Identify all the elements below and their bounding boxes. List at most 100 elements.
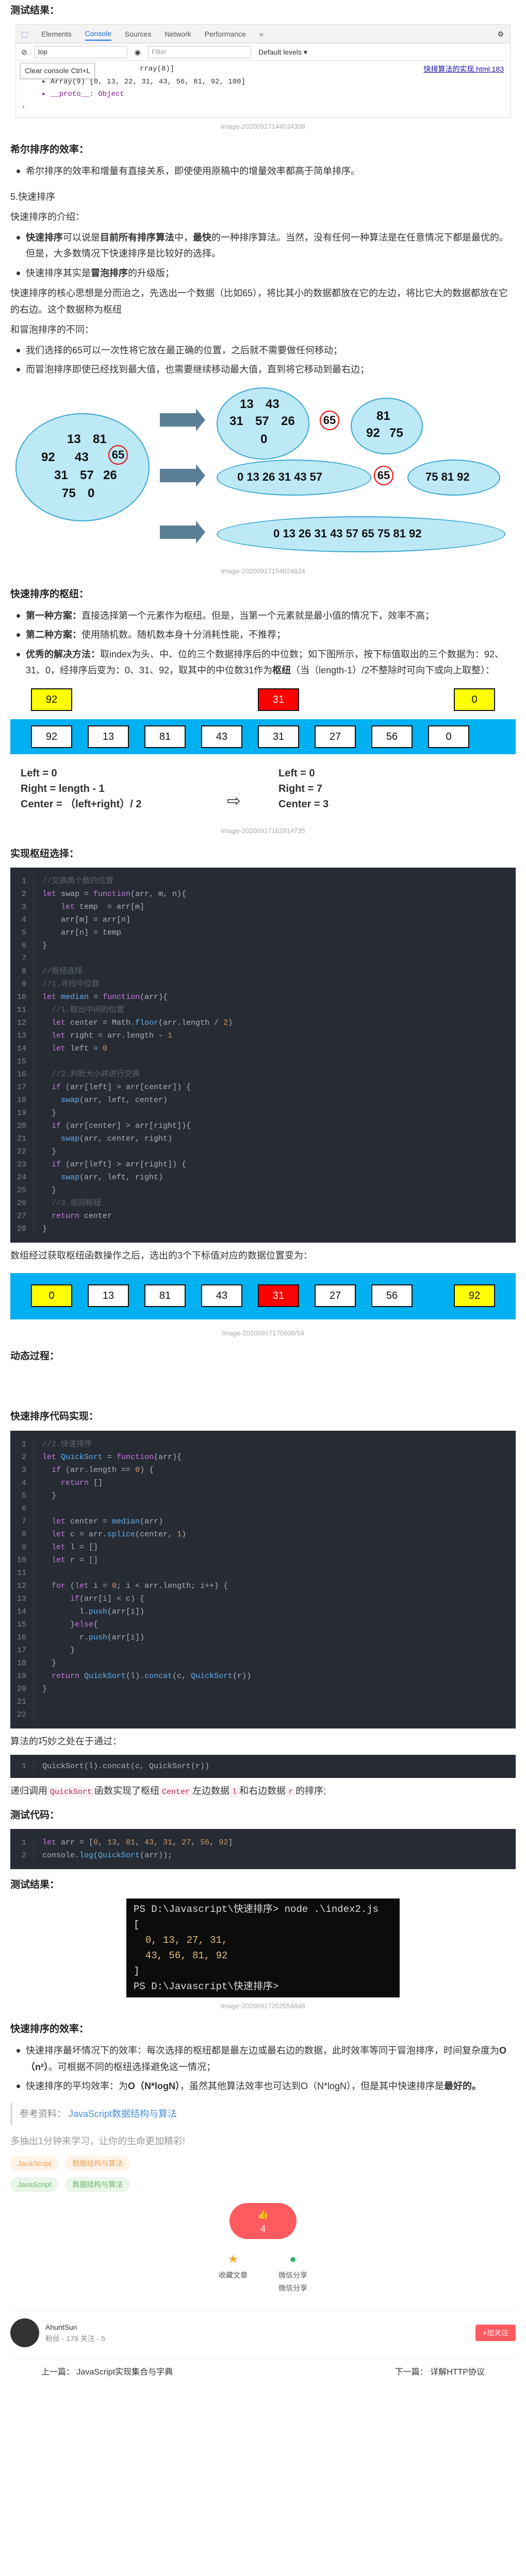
clear-console-icon[interactable]: ⊘ xyxy=(21,46,27,59)
author-bar: AhuntSun 粉丝 - 179 关注 - 5 +加关注 xyxy=(10,2310,516,2347)
follow-button[interactable]: +加关注 xyxy=(475,2324,516,2342)
source-link[interactable]: 快排算法的实现.html:183 xyxy=(423,63,504,76)
devtools-panel: ⬚ Elements Console Sources Network Perfo… xyxy=(15,24,511,118)
array-cell: 92 xyxy=(31,725,72,748)
terminal-output: PS D:\Javascript\快速排序> node .\index2.js[… xyxy=(126,1899,400,1997)
devtools-tabs: ⬚ Elements Console Sources Network Perfo… xyxy=(16,25,510,44)
pivot-diagram: 92 31 92 13 81 43 31 27 56 0 0 Left = 0R… xyxy=(10,683,516,822)
tag-chip[interactable]: JavaScript xyxy=(10,2156,59,2171)
array-cell: 81 xyxy=(144,725,186,748)
list-item: 快速排序的平均效率：为O（N*logN），虽然其他算法效率也可达到O（N*log… xyxy=(10,2078,516,2095)
reference-link[interactable]: JavaScript数据结构与算法 xyxy=(69,2109,177,2119)
diagram-number: 92 xyxy=(366,426,380,440)
gear-icon[interactable]: ⚙ xyxy=(497,28,504,41)
list-item: 快速排序其实是冒泡排序的升级版； xyxy=(10,265,516,282)
post-nav: 上一篇： JavaScript实现集合与字典 下一篇： 详解HTTP协议 xyxy=(10,2358,516,2385)
reference-block: 参考资料： JavaScript数据结构与算法 xyxy=(10,2103,516,2125)
like-button[interactable]: 👍 4 xyxy=(229,2202,297,2239)
array-cell: 31 xyxy=(258,725,299,748)
image-caption: Image-20200917170908/54 xyxy=(222,1329,304,1337)
array-cell: 56 xyxy=(371,725,413,748)
eye-icon[interactable]: ◉ xyxy=(135,46,141,59)
prompt-arrow[interactable]: › xyxy=(21,101,505,114)
section-title: 快速排序的效率： xyxy=(10,2023,89,2035)
section-title: 测试结果： xyxy=(10,1879,60,1890)
proto-log[interactable]: ▸ __proto__: Object xyxy=(21,88,505,101)
tag-chip[interactable]: JavaScript xyxy=(10,2177,59,2192)
list-item: 快速排序可以说是目前所有排序算法中，最快的一种排序算法。当然，没有任何一种算法是… xyxy=(10,230,516,262)
array-cell: 0 xyxy=(428,725,469,748)
diagram-number: 0 xyxy=(260,432,268,446)
array-cell: 0 xyxy=(31,1284,72,1308)
code-block: 1 QuickSort(l).concat(c, QuickSort(r)) xyxy=(10,1755,516,1778)
array-cell: 27 xyxy=(315,725,356,748)
arrow-icon xyxy=(160,464,205,487)
arrow-icon xyxy=(160,520,205,544)
top-cell: 31 xyxy=(258,688,299,711)
image-caption: Image-20200917144534308 xyxy=(221,123,305,131)
diagram-number: 75 xyxy=(389,426,403,440)
array-cell: 81 xyxy=(144,1284,186,1308)
paragraph: 快速排序的核心思想是分而治之，先选出一个数据（比如65），将比其小的数据都放在它… xyxy=(10,288,508,315)
arrow-right-icon: ⇨ xyxy=(227,791,241,810)
section-title: 测试结果： xyxy=(10,5,60,16)
tag-row: JavaScript 数据结构与算法 xyxy=(10,2155,516,2172)
tag-chip[interactable]: 数据结构与算法 xyxy=(65,2177,130,2192)
star-icon: ★ xyxy=(228,2252,238,2265)
quicksort-diagram: 13 81 92 43 65 31 57 26 75 0 13 43 31 57… xyxy=(10,382,516,563)
diagram-number: 75 xyxy=(62,486,76,500)
array-cell: 13 xyxy=(88,1284,129,1308)
tab-network[interactable]: Network xyxy=(165,28,191,41)
share-row: ★ 收藏文章 ● 微信分享 微信分享 xyxy=(10,2249,516,2295)
diagram-number: 0 13 26 31 43 57 xyxy=(237,470,323,483)
filter-input[interactable]: Filter xyxy=(147,45,251,58)
pivot-circle: 65 xyxy=(374,465,393,485)
section-title: 快速排序的枢纽： xyxy=(10,588,89,600)
list-item: 优秀的解决方法：取index为头、中、位的三个数据排序后的中位数；如下图所示，按… xyxy=(10,647,516,679)
slogan: 多抽出1分钟来学习，让你的生命更加精彩! xyxy=(10,2136,186,2146)
inspect-icon[interactable]: ⬚ xyxy=(21,28,28,41)
tab-sources[interactable]: Sources xyxy=(125,28,151,41)
tab-elements[interactable]: Elements xyxy=(41,28,71,41)
list-item: 第二种方案：使用随机数。随机数本身十分消耗性能，不推荐； xyxy=(10,627,516,643)
pivot-circle: 65 xyxy=(108,445,128,465)
array-cell: 43 xyxy=(201,1284,242,1308)
array-cell: 31 xyxy=(258,1284,299,1308)
arrow-icon xyxy=(160,408,205,431)
console-toolbar: ⊘ top ◉ Filter Default levels ▾ xyxy=(16,43,510,61)
image-caption: Image-20200917202554848 xyxy=(221,2002,305,2010)
tab-console[interactable]: Console xyxy=(85,27,111,41)
list-item: 我们选择的65可以一次性将它放在最正确的位置，之后就不需要做任何移动； xyxy=(10,343,516,359)
array-cell: 56 xyxy=(371,1284,413,1308)
code-block: 1 2 3 4 5 6 7 8 9 10 11 12 13 14 15 16 1… xyxy=(10,867,516,1243)
context-select[interactable]: top xyxy=(34,45,127,58)
avatar[interactable] xyxy=(10,2318,39,2347)
image-caption: Image-20200917162914735 xyxy=(221,826,305,835)
next-post-link[interactable]: 下一篇： 详解HTTP协议 xyxy=(395,2365,485,2380)
paragraph: 算法的巧妙之处在于通过： xyxy=(10,1736,122,1747)
collect-button[interactable]: ★ 收藏文章 xyxy=(219,2249,248,2295)
tag-chip[interactable]: 数据结构与算法 xyxy=(65,2156,130,2171)
list-item: 而冒泡排序即使已经找到最大值，也需要继续移动最大值，直到将它移动到最右边； xyxy=(10,362,516,378)
section-title: 测试代码： xyxy=(10,1809,60,1821)
levels-select[interactable]: Default levels ▾ xyxy=(258,46,307,59)
array-cell: 92 xyxy=(454,1284,495,1308)
more-tabs[interactable]: » xyxy=(259,28,264,41)
diagram-number: 0 xyxy=(88,486,95,500)
array-cell: 27 xyxy=(315,1284,356,1308)
paragraph: 数组经过获取枢纽函数操作之后，选出的3个下标值对应的数据位置变为： xyxy=(10,1250,313,1261)
author-name[interactable]: AhuntSun xyxy=(45,2321,105,2333)
prev-post-link[interactable]: 上一篇： JavaScript实现集合与字典 xyxy=(41,2365,173,2380)
wechat-share-button[interactable]: ● 微信分享 微信分享 xyxy=(278,2249,307,2295)
author-meta: 粉丝 - 179 关注 - 5 xyxy=(45,2334,105,2343)
tab-performance[interactable]: Performance xyxy=(205,28,246,41)
diagram-number: 81 xyxy=(93,432,107,446)
paragraph: 递归调用 QuickSort 函数实现了枢纽 Center 左边数据 l 和右边数据 r 的排序… xyxy=(10,1786,326,1797)
index-formula: Left = 0 Right = length - 1 Center = （left… xyxy=(21,767,142,810)
array-cell: 43 xyxy=(201,725,242,748)
thumb-up-icon: 👍 xyxy=(257,2209,269,2219)
section-title: 动态过程： xyxy=(10,1351,60,1362)
array-cell: 13 xyxy=(88,725,129,748)
tag-row: JavaScript 数据结构与算法 xyxy=(10,2176,516,2193)
animation-placeholder xyxy=(10,1370,516,1401)
